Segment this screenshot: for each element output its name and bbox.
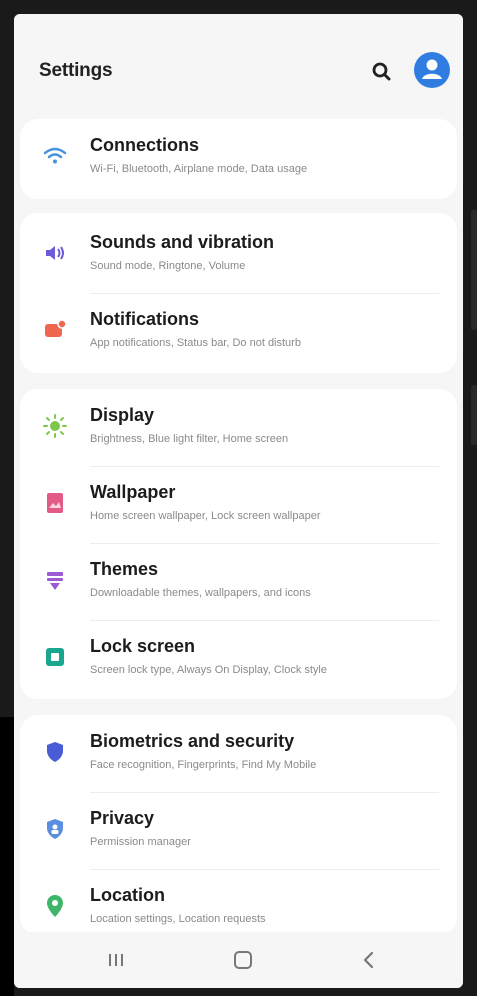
lock-screen-icon [42, 644, 68, 670]
settings-group-display: Display Brightness, Blue light filter, H… [20, 389, 457, 699]
settings-screen: Settings Connections Wi-Fi, Bluetooth, A… [14, 14, 463, 988]
item-title: Lock screen [90, 636, 196, 656]
back-icon [363, 951, 374, 969]
settings-item-connections[interactable]: Connections Wi-Fi, Bluetooth, Airplane m… [20, 119, 457, 196]
item-subtitle: Location settings, Location requests [90, 913, 266, 925]
item-title: Notifications [90, 309, 200, 329]
shield-icon [42, 739, 68, 765]
privacy-icon [42, 816, 68, 842]
settings-item-biometrics[interactable]: Biometrics and security Face recognition… [20, 715, 457, 792]
item-subtitle: Permission manager [90, 836, 191, 848]
recents-button[interactable] [101, 946, 131, 974]
item-title: Biometrics and security [90, 731, 295, 751]
item-title: Themes [90, 559, 159, 579]
home-icon [234, 951, 252, 969]
wifi-icon [42, 143, 68, 169]
wallpaper-icon [42, 490, 68, 516]
item-title: Sounds and vibration [90, 232, 275, 252]
item-subtitle: Wi-Fi, Bluetooth, Airplane mode, Data us… [90, 163, 308, 175]
power-side-button [471, 385, 477, 445]
settings-item-lock-screen[interactable]: Lock screen Screen lock type, Always On … [20, 620, 457, 697]
account-button[interactable] [414, 52, 450, 88]
account-icon [422, 59, 442, 79]
search-icon [372, 62, 391, 81]
brightness-icon [42, 413, 68, 439]
item-subtitle: Brightness, Blue light filter, Home scre… [90, 433, 289, 445]
settings-item-themes[interactable]: Themes Downloadable themes, wallpapers, … [20, 543, 457, 620]
settings-group-connections: Connections Wi-Fi, Bluetooth, Airplane m… [20, 119, 457, 199]
search-button[interactable] [365, 55, 399, 89]
item-subtitle: Face recognition, Fingerprints, Find My … [90, 759, 317, 771]
item-title: Wallpaper [90, 482, 176, 502]
settings-group-security: Biometrics and security Face recognition… [20, 715, 457, 935]
settings-item-privacy[interactable]: Privacy Permission manager [20, 792, 457, 869]
notification-icon [42, 317, 68, 343]
item-title: Location [90, 885, 165, 905]
settings-item-display[interactable]: Display Brightness, Blue light filter, H… [20, 389, 457, 466]
background-edge [0, 717, 14, 996]
page-title: Settings [39, 60, 113, 81]
settings-item-notifications[interactable]: Notifications App notifications, Status … [20, 293, 457, 370]
settings-group-sounds: Sounds and vibration Sound mode, Rington… [20, 213, 457, 373]
settings-item-wallpaper[interactable]: Wallpaper Home screen wallpaper, Lock sc… [20, 466, 457, 543]
item-subtitle: App notifications, Status bar, Do not di… [90, 337, 301, 349]
item-subtitle: Downloadable themes, wallpapers, and ico… [90, 587, 311, 599]
location-icon [42, 893, 68, 919]
item-subtitle: Sound mode, Ringtone, Volume [90, 260, 246, 272]
item-subtitle: Home screen wallpaper, Lock screen wallp… [90, 510, 321, 522]
header: Settings [14, 14, 463, 119]
home-button[interactable] [228, 946, 258, 974]
item-title: Display [90, 405, 155, 425]
item-title: Privacy [90, 808, 155, 828]
themes-icon [42, 567, 68, 593]
navigation-bar [14, 932, 463, 988]
back-button[interactable] [354, 946, 384, 974]
volume-side-button [471, 210, 477, 330]
item-subtitle: Screen lock type, Always On Display, Clo… [90, 664, 327, 676]
item-title: Connections [90, 135, 200, 155]
settings-item-sounds[interactable]: Sounds and vibration Sound mode, Rington… [20, 216, 457, 293]
volume-icon [42, 240, 68, 266]
recents-icon [109, 954, 123, 966]
